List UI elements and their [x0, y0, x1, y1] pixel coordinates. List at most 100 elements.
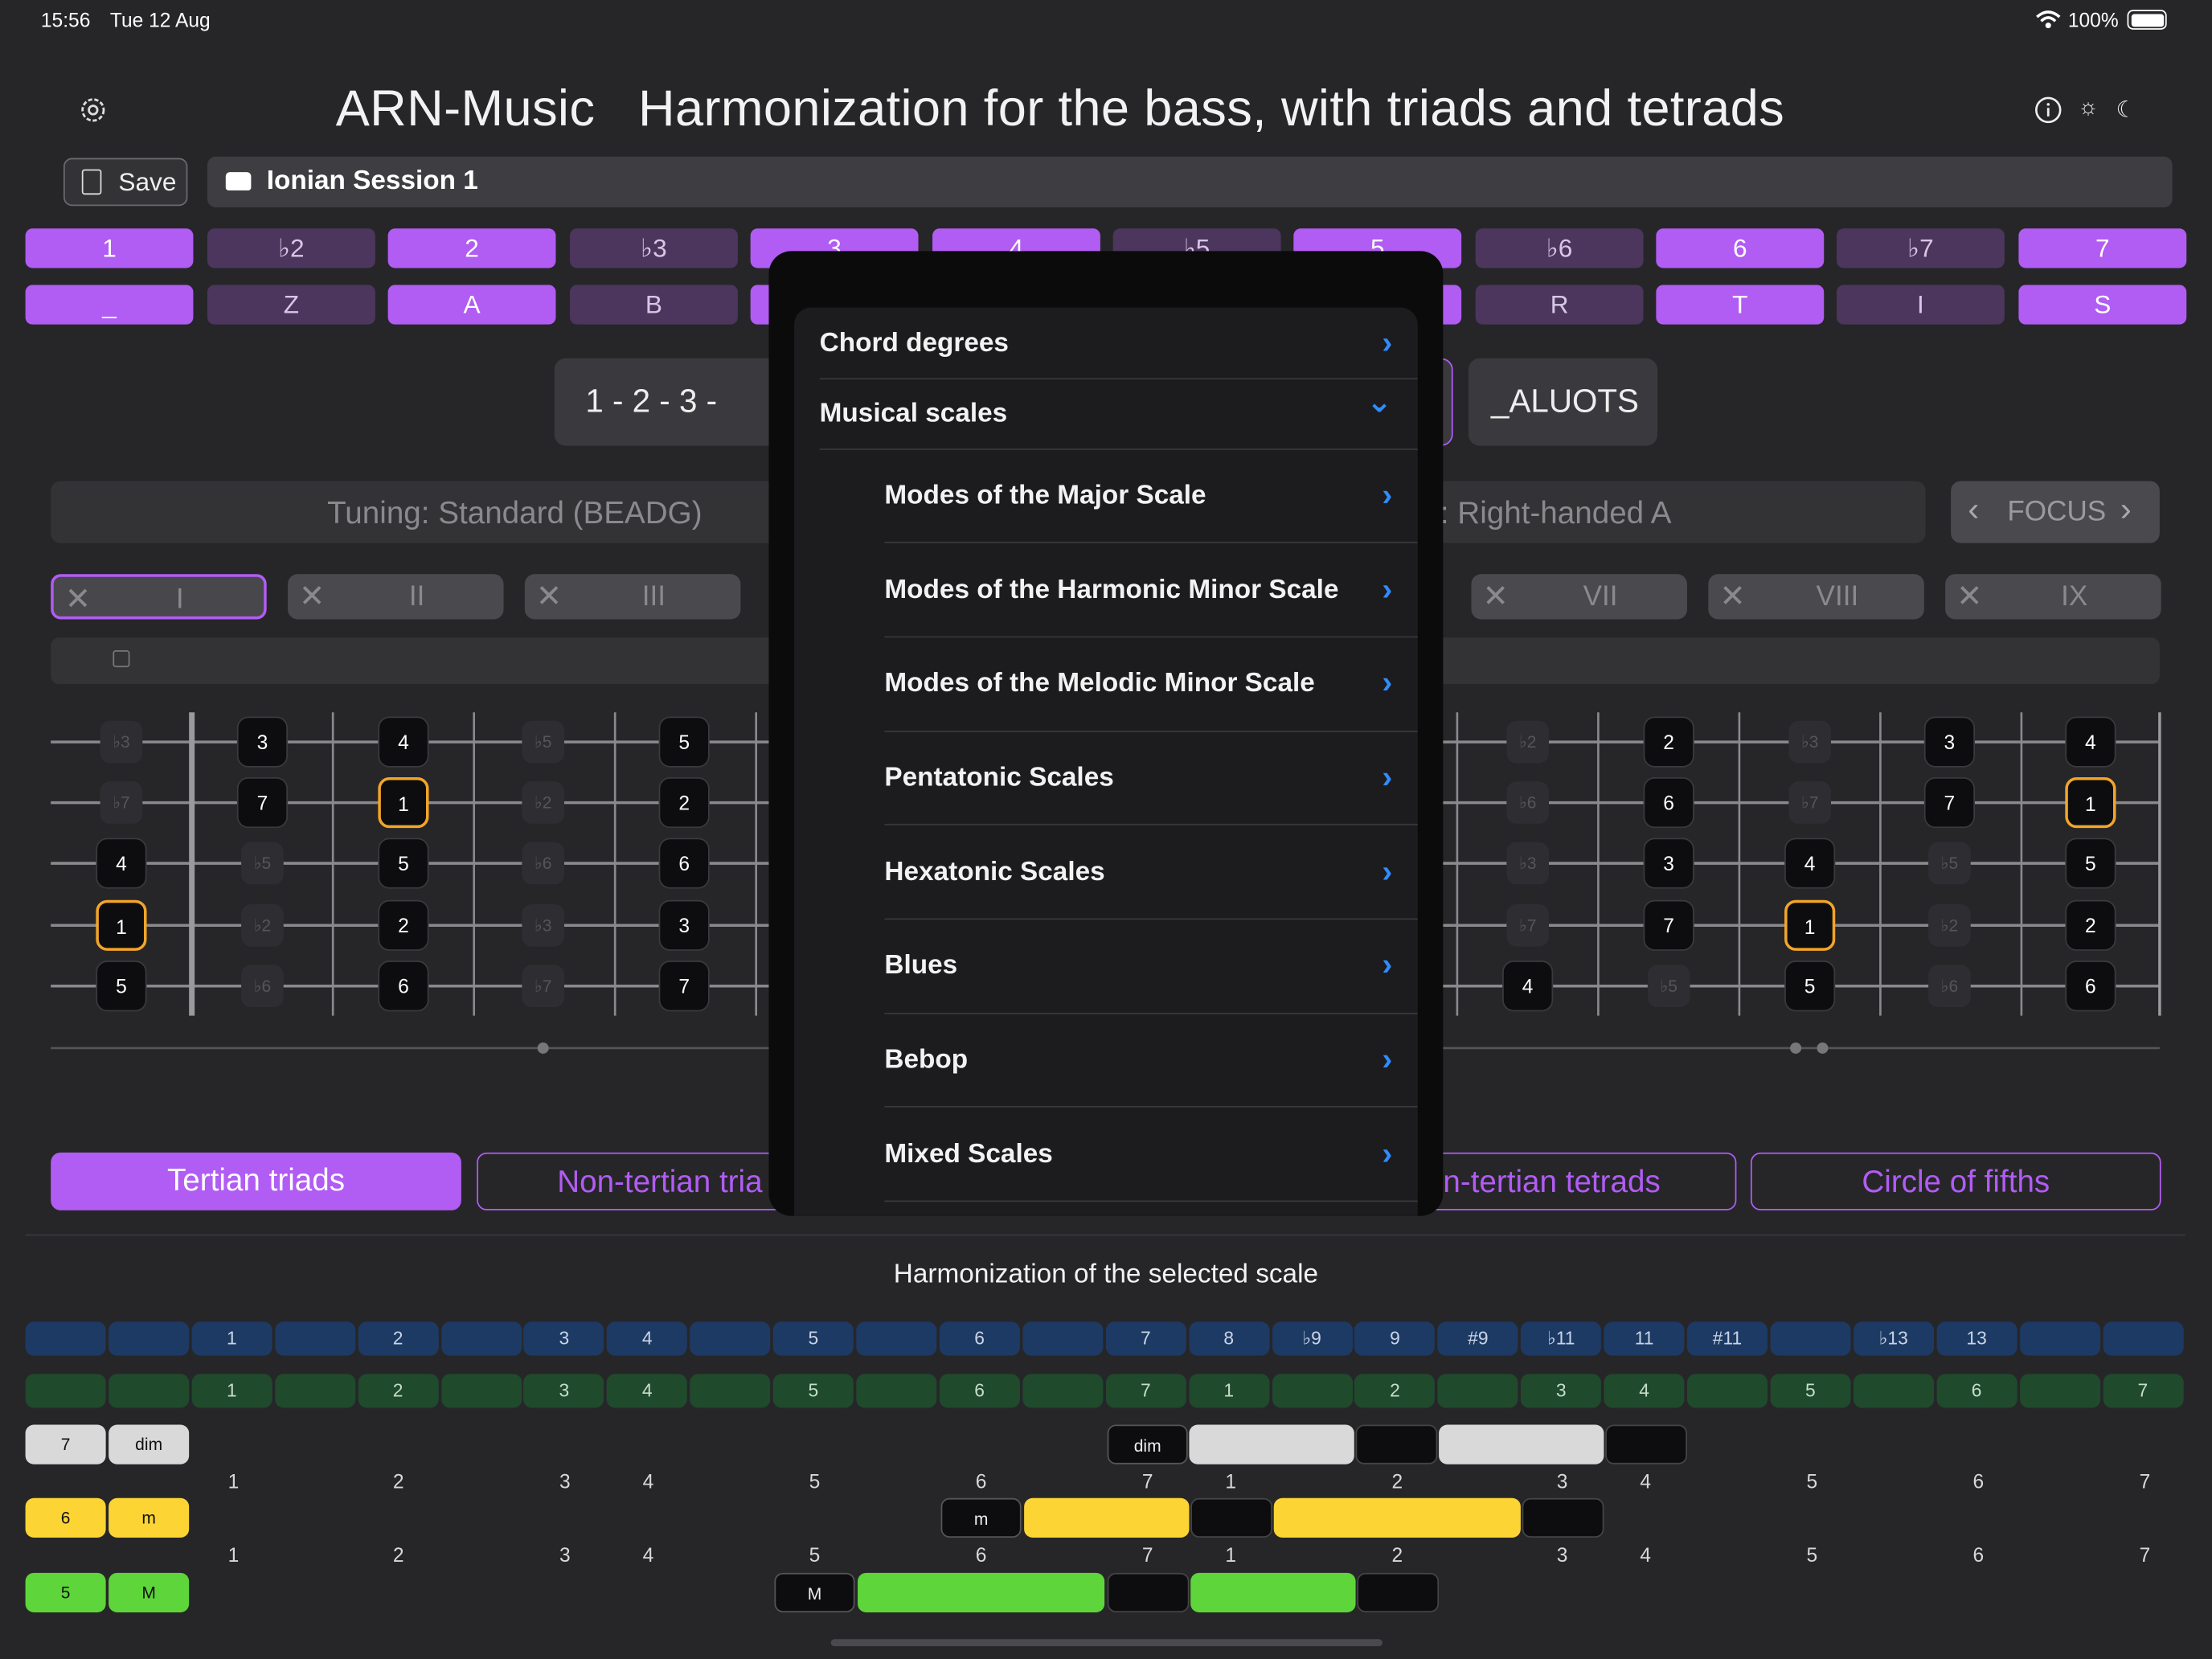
chevron-right-icon[interactable]: › [1382, 854, 1392, 891]
menu-item-2[interactable]: Modes of the Major Scale › [794, 477, 1418, 519]
gap-bar [1190, 1497, 1273, 1538]
interval-cell: 8 [1188, 1321, 1269, 1356]
fret-note[interactable]: 6 [1643, 777, 1694, 829]
fret-note[interactable]: ♭5 [522, 720, 564, 764]
fret-note[interactable]: 2 [378, 899, 429, 951]
degree-label: 7 [1141, 1469, 1153, 1493]
row-degree-7[interactable]: 7 [25, 1424, 106, 1464]
chevron-right-icon[interactable]: › [1382, 665, 1392, 702]
chevron-right-icon[interactable]: › [1382, 1136, 1392, 1173]
menu-item-7[interactable]: Blues › [794, 947, 1418, 989]
fret-note[interactable]: ♭7 [1506, 903, 1549, 947]
fret-note[interactable]: 7 [1923, 777, 1975, 829]
menu-item-0[interactable]: Chord degrees › [794, 325, 1418, 367]
degree-cell [1022, 1374, 1104, 1408]
fret-note[interactable]: ♭2 [1506, 720, 1549, 764]
fret-note[interactable]: ♭6 [1928, 965, 1971, 1008]
divider [25, 1234, 2185, 1236]
fret-note[interactable]: ♭3 [1506, 842, 1549, 885]
tab-circle-of-fifths[interactable]: Circle of fifths [1750, 1152, 2161, 1210]
fret-note[interactable]: ♭5 [1928, 842, 1971, 885]
chevron-down-icon[interactable]: ⌄ [1366, 383, 1392, 420]
fret-note[interactable]: 7 [236, 777, 289, 829]
fret-note[interactable]: ♭6 [522, 842, 564, 885]
fret-note[interactable]: 1 [96, 899, 147, 951]
fret-note[interactable]: 5 [378, 838, 429, 889]
fret-note[interactable]: ♭6 [241, 965, 284, 1008]
fret-note[interactable]: ♭5 [241, 842, 284, 885]
menu-item-6[interactable]: Hexatonic Scales › [794, 854, 1418, 896]
fret-note[interactable]: ♭2 [1928, 903, 1971, 947]
home-indicator [830, 1639, 1382, 1647]
tab-non-tertian-tetrads[interactable]: n-tertian tetrads [1424, 1152, 1737, 1210]
menu-item-9[interactable]: Mixed Scales › [794, 1136, 1418, 1178]
fret-note[interactable]: 7 [1643, 899, 1694, 951]
menu-separator [884, 541, 1418, 543]
fret-note[interactable]: 7 [658, 961, 710, 1012]
tab-tertian-triads[interactable]: Tertian triads [51, 1152, 461, 1210]
degree-cell [1686, 1374, 1768, 1408]
interval-cell: 3 [523, 1321, 604, 1356]
fret-note[interactable]: 6 [658, 838, 710, 889]
interval-cell: ♭9 [1272, 1321, 1353, 1356]
fret-note[interactable]: ♭6 [1506, 781, 1549, 824]
interval-cell: 2 [358, 1321, 439, 1356]
interval-cell [2019, 1321, 2100, 1356]
interval-cell: 1 [191, 1321, 272, 1356]
menu-separator [884, 731, 1418, 732]
row-quality-dim[interactable]: dim [109, 1424, 190, 1464]
fret-note[interactable]: 4 [378, 716, 429, 768]
fret-note[interactable]: 4 [2065, 716, 2116, 768]
fret-note[interactable]: 1 [378, 777, 429, 829]
fret-note[interactable]: ♭2 [522, 781, 564, 824]
row-quality-M[interactable]: M [109, 1572, 190, 1612]
fret-note[interactable]: 5 [2065, 838, 2116, 889]
chevron-right-icon[interactable]: › [1382, 571, 1392, 608]
fret-note[interactable]: 6 [378, 961, 429, 1012]
chevron-right-icon[interactable]: › [1382, 759, 1392, 796]
menu-item-3[interactable]: Modes of the Harmonic Minor Scale › [794, 571, 1418, 614]
fret-note[interactable]: 2 [1643, 716, 1694, 768]
fret-note[interactable]: 5 [96, 961, 147, 1012]
fret-note[interactable]: 5 [1784, 961, 1836, 1012]
degree-label: 4 [642, 1542, 654, 1567]
fret-note[interactable]: ♭3 [100, 720, 143, 764]
fret-note[interactable]: ♭7 [100, 781, 143, 824]
fret-note[interactable]: ♭2 [241, 903, 284, 947]
fret-note[interactable]: 1 [2065, 777, 2116, 829]
degree-label: 4 [1640, 1469, 1652, 1493]
row-quality-m[interactable]: m [109, 1497, 190, 1538]
fret-note[interactable]: 6 [2065, 961, 2116, 1012]
fret-note[interactable]: ♭3 [1788, 720, 1831, 764]
fret-note[interactable]: ♭7 [522, 965, 564, 1008]
row-degree-5[interactable]: 5 [25, 1572, 106, 1612]
menu-item-label: Bebop [884, 1045, 969, 1075]
chevron-right-icon[interactable]: › [1382, 477, 1392, 514]
menu-item-1[interactable]: Musical scales ⌄ [794, 383, 1418, 437]
fret-note[interactable]: ♭3 [522, 903, 564, 947]
fret-note[interactable]: 2 [658, 777, 710, 829]
fret-note[interactable]: 2 [2065, 899, 2116, 951]
interval-cell [2102, 1321, 2183, 1356]
menu-item-4[interactable]: Modes of the Melodic Minor Scale › [794, 665, 1418, 707]
fret-note[interactable]: 1 [1784, 899, 1836, 951]
fret-note[interactable]: 3 [1923, 716, 1975, 768]
chevron-right-icon[interactable]: › [1382, 325, 1392, 362]
fret-note[interactable]: 4 [1784, 838, 1836, 889]
chevron-right-icon[interactable]: › [1382, 947, 1392, 984]
fret-note[interactable]: 5 [658, 716, 710, 768]
fret-note[interactable]: ♭5 [1647, 965, 1690, 1008]
tab-non-tertian-triads[interactable]: Non-tertian tria [477, 1152, 788, 1210]
fret-note[interactable]: 4 [1502, 961, 1554, 1012]
menu-item-label: Mixed Scales [884, 1140, 1053, 1169]
fret-note[interactable]: ♭7 [1788, 781, 1831, 824]
fret-note[interactable]: 3 [1643, 838, 1694, 889]
fret-note[interactable]: 3 [658, 899, 710, 951]
fret-note[interactable]: 3 [236, 716, 289, 768]
fret-note[interactable]: 4 [96, 838, 147, 889]
row-degree-6[interactable]: 6 [25, 1497, 106, 1538]
degree-label: 4 [1640, 1542, 1652, 1567]
menu-item-8[interactable]: Bebop › [794, 1041, 1418, 1083]
menu-item-5[interactable]: Pentatonic Scales › [794, 759, 1418, 801]
chevron-right-icon[interactable]: › [1382, 1041, 1392, 1078]
